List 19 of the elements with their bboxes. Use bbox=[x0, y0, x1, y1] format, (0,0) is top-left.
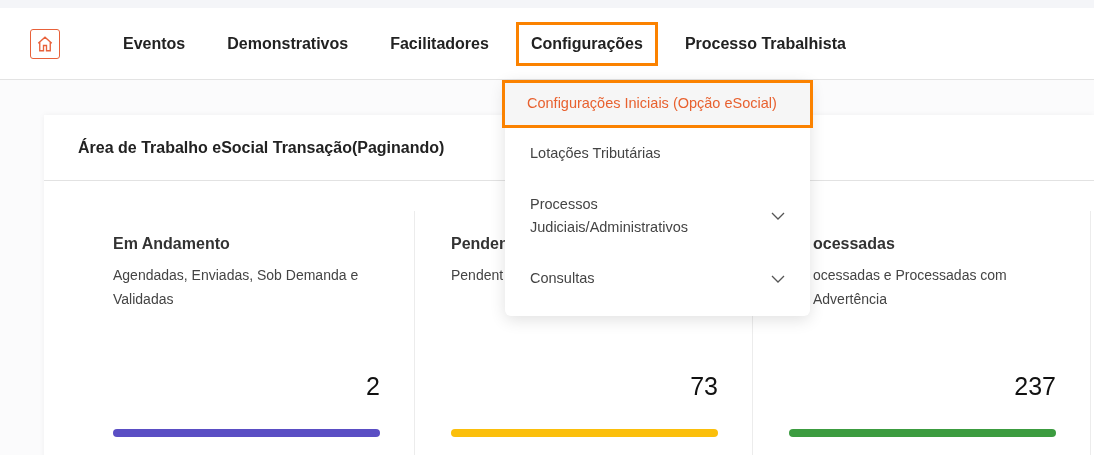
card-title: Em Andamento bbox=[113, 235, 230, 254]
card-count: 73 bbox=[689, 372, 718, 401]
menu-item[interactable]: Lotações Tributárias bbox=[505, 128, 810, 179]
card-count: 237 bbox=[1013, 372, 1056, 401]
nav-item[interactable]: Processo Trabalhista bbox=[669, 21, 861, 66]
nav-item[interactable]: Facilitadores bbox=[375, 21, 504, 66]
nav-item[interactable]: Demonstrativos bbox=[212, 21, 364, 66]
home-icon bbox=[36, 34, 54, 53]
card-title: ocessadas bbox=[813, 235, 895, 254]
card-description: Pendent bbox=[451, 266, 504, 285]
card-count: 2 bbox=[365, 372, 380, 401]
menu-item[interactable]: Processos Judiciais/Administrativos bbox=[505, 179, 810, 253]
card-description: Agendadas, Enviadas, Sob Demanda e Validadas bbox=[113, 266, 360, 309]
nav-item[interactable]: Configurações bbox=[515, 21, 658, 66]
home-button[interactable] bbox=[30, 28, 60, 59]
nav-item[interactable]: Eventos bbox=[108, 21, 201, 66]
card-description: ocessadas e Processadas com Advertência bbox=[813, 266, 1008, 309]
menu-item[interactable]: Consultas bbox=[505, 253, 810, 304]
panel-title: Área de Trabalho eSocial Transação(Paginando) bbox=[78, 138, 445, 157]
